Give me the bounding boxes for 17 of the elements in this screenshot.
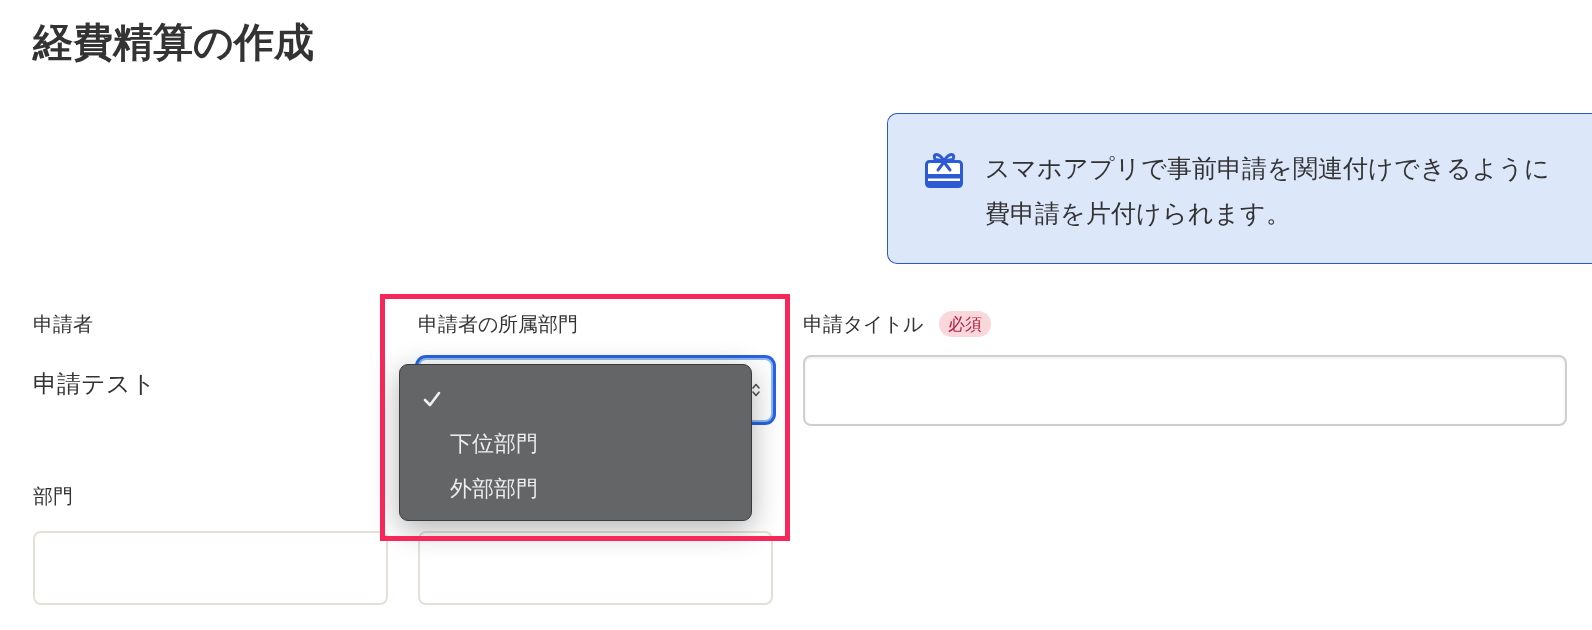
- required-badge: 必須: [939, 311, 991, 337]
- gift-icon: [924, 150, 964, 188]
- menu-item[interactable]: 外部部門: [400, 466, 751, 511]
- department-input-field[interactable]: [33, 531, 388, 605]
- check-icon: [423, 390, 441, 407]
- menu-item[interactable]: 下位部門: [400, 421, 751, 466]
- chevron-icon: [752, 382, 760, 398]
- page-title: 経費精算の作成: [33, 18, 314, 66]
- applicant-name: 申請テスト: [33, 369, 156, 400]
- field-label: 申請者: [33, 311, 93, 338]
- field-label: 申請タイトル: [803, 311, 923, 338]
- notice-text: スマホアプリで事前申請を関連付けできるように: [985, 153, 1550, 185]
- notice-text: 費申請を片付けられます。: [985, 198, 1291, 230]
- field-label: 部門: [33, 483, 73, 510]
- field-label: 申請者の所属部門: [418, 311, 578, 338]
- title-input-field[interactable]: [803, 355, 1567, 426]
- input-field[interactable]: [418, 531, 773, 605]
